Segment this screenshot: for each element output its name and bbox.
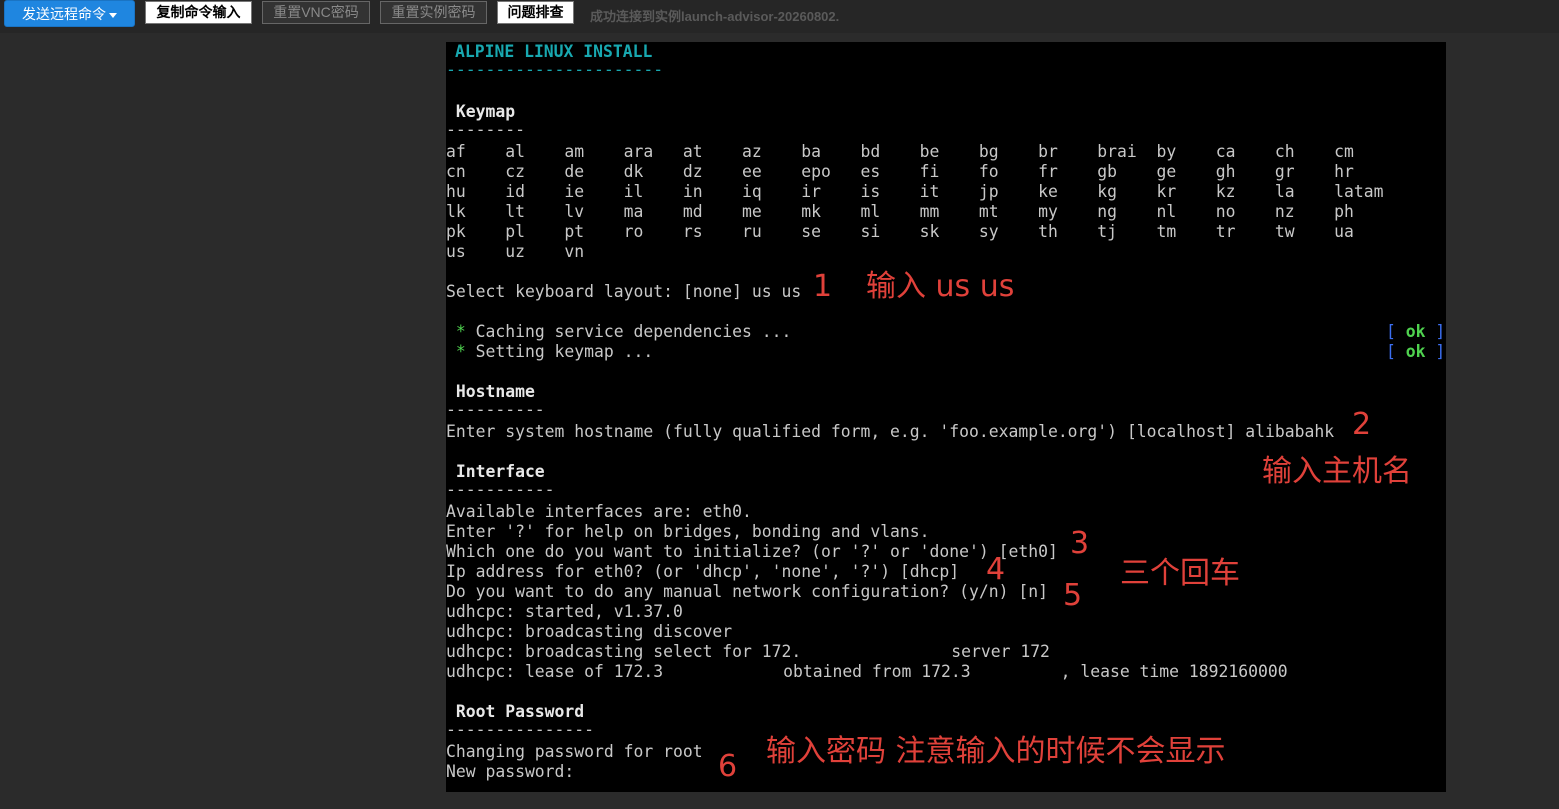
keymap-row: hu id ie il in iq ir is it jp ke kg kr k… xyxy=(446,182,1384,201)
interface-line: Do you want to do any manual network con… xyxy=(446,582,1048,601)
annotation-step-4: 4 xyxy=(986,552,1006,587)
installer-title: ALPINE LINUX INSTALL xyxy=(455,42,653,61)
troubleshoot-button[interactable]: 问题排查 xyxy=(497,1,574,24)
lease-mid: obtained from 172.3 xyxy=(783,662,971,681)
keymap-rule: -------- xyxy=(446,120,525,139)
title-rule: ---------------------- xyxy=(446,60,664,79)
star-bullet: * xyxy=(446,342,476,361)
interface-line: udhcpc: broadcasting discover xyxy=(446,622,733,641)
annotation-step-2: 2 xyxy=(1352,407,1372,442)
ok-bracket-close: ] xyxy=(1425,322,1446,341)
hostname-prompt: Enter system hostname (fully qualified f… xyxy=(446,422,1335,441)
hostname-header: Hostname xyxy=(446,382,535,401)
interface-line: udhcpc: started, v1.37.0 xyxy=(446,602,683,621)
ok-bracket-open: [ xyxy=(1386,322,1406,341)
star-bullet: * xyxy=(446,322,476,341)
lease-tail: , lease time 1892160000 xyxy=(1060,662,1288,681)
hostname-rule: ---------- xyxy=(446,400,545,419)
ok-bracket-open: [ xyxy=(1386,342,1406,361)
root-password-line: Changing password for root xyxy=(446,742,703,761)
lease-head: udhcpc: lease of 172.3 xyxy=(446,662,664,681)
dhcp-select-head: udhcpc: broadcasting select for 172. xyxy=(446,642,802,661)
keymap-row: cn cz de dk dz ee epo es fi fo fr gb ge … xyxy=(446,162,1354,181)
ok-status: [ ok ] xyxy=(1386,322,1445,342)
connection-status: 成功连接到实例launch-advisor-20260802. xyxy=(590,9,840,24)
ok-status: [ ok ] xyxy=(1386,342,1445,362)
service-line-caching: * Caching service dependencies ... xyxy=(446,322,792,342)
interface-header: Interface xyxy=(446,462,545,481)
interface-line: Available interfaces are: eth0. xyxy=(446,502,752,521)
send-remote-command-label: 发送远程命令 xyxy=(22,6,106,22)
annotation-enter-hostname: 输入主机名 xyxy=(1262,454,1412,489)
setting-keymap-text: Setting keymap ... xyxy=(475,342,654,361)
root-password-rule: --------------- xyxy=(446,720,595,739)
annotation-enter-us-us: 输入 us us xyxy=(866,269,1015,304)
service-line-keymap: * Setting keymap ... xyxy=(446,342,653,362)
reset-instance-password-button[interactable]: 重置实例密码 xyxy=(380,1,487,24)
dhcp-select-tail: server 172 xyxy=(951,642,1050,661)
interface-line: Which one do you want to initialize? (or… xyxy=(446,542,1058,561)
send-remote-command-button[interactable]: 发送远程命令 xyxy=(4,0,135,27)
vnc-terminal[interactable]: ALPINE LINUX INSTALL -------------------… xyxy=(446,42,1446,792)
toolbar: 发送远程命令 复制命令输入 重置VNC密码 重置实例密码 问题排查 成功连接到实… xyxy=(0,0,1559,33)
reset-vnc-password-button[interactable]: 重置VNC密码 xyxy=(262,1,370,24)
annotation-enter-password: 输入密码 注意输入的时候不会显示 xyxy=(766,734,1226,769)
root-password-header: Root Password xyxy=(446,702,585,721)
root-password-line: New password: xyxy=(446,762,575,781)
keymap-header: Keymap xyxy=(446,102,516,121)
annotation-step-3: 3 xyxy=(1070,526,1090,561)
select-layout-prompt: Select keyboard layout: [none] us us xyxy=(446,282,802,301)
keymap-row: lk lt lv ma md me mk ml mm mt my ng nl n… xyxy=(446,202,1354,221)
caching-text: Caching service dependencies ... xyxy=(475,322,792,341)
annotation-step-5: 5 xyxy=(1063,578,1083,613)
ok-text: ok xyxy=(1405,322,1426,341)
copy-command-input-button[interactable]: 复制命令输入 xyxy=(145,1,252,24)
annotation-three-enters: 三个回车 xyxy=(1120,556,1240,591)
dhcp-lease-line: udhcpc: lease of 172.3 obtained from 172.… xyxy=(446,662,1288,682)
ok-bracket-close: ] xyxy=(1425,342,1446,361)
keymap-row: pk pl pt ro rs ru se si sk sy th tj tm t… xyxy=(446,222,1354,241)
keymap-row: af al am ara at az ba bd be bg br brai b… xyxy=(446,142,1354,161)
annotation-step-1: 1 xyxy=(813,269,833,304)
annotation-step-6: 6 xyxy=(718,749,738,784)
dhcp-select-line: udhcpc: broadcasting select for 172. serv… xyxy=(446,642,1050,662)
ok-text: ok xyxy=(1405,342,1426,361)
interface-line: Ip address for eth0? (or 'dhcp', 'none',… xyxy=(446,562,960,581)
keymap-row: us uz vn xyxy=(446,242,585,261)
interface-line: Enter '?' for help on bridges, bonding a… xyxy=(446,522,930,541)
interface-rule: ----------- xyxy=(446,480,555,499)
chevron-down-icon xyxy=(109,12,117,18)
